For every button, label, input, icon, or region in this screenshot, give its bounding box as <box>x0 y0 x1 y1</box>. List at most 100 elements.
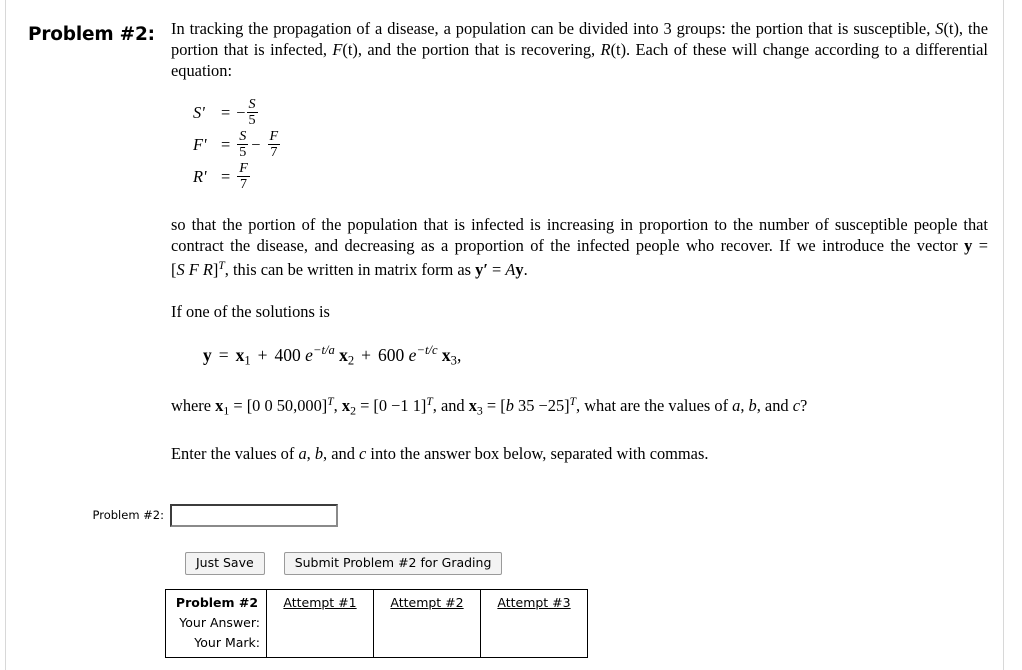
vec-entry-R: R <box>202 259 213 279</box>
solution-equation: y = x1 +400 e−t/a x2 +600 e−t/c x3, <box>203 340 988 371</box>
explanation-text-1: so that the portion of the population th… <box>171 215 988 255</box>
sol-e-1: e <box>305 344 313 365</box>
where-sep1: , <box>333 396 342 416</box>
problem-intro-paragraph: In tracking the propagation of a disease… <box>171 18 988 81</box>
unknown-b: b <box>505 396 514 416</box>
attempts-label-your-mark: Your Mark: <box>194 635 260 650</box>
attempt-column-3: Attempt #3 <box>480 589 588 658</box>
where-eq1: = [0 0 50,000] <box>229 396 328 416</box>
just-save-button[interactable]: Just Save <box>185 552 265 575</box>
problem-container: Problem #2: In tracking the propagation … <box>28 18 988 464</box>
instruction-var-a: a <box>298 443 307 463</box>
where-text: where <box>171 396 216 416</box>
attempt-2-header: Attempt #2 <box>390 595 464 610</box>
matrix-A: A <box>505 259 516 279</box>
ode-equals-3: = <box>221 167 231 186</box>
instruction-text-1: Enter the values of <box>171 443 299 463</box>
vector-y-2: y <box>515 259 524 279</box>
where-tail-4: ? <box>799 396 808 416</box>
where-tail-1: , what are the values of <box>576 396 733 416</box>
sol-exponent-2: −t/c <box>416 342 438 357</box>
ode-row-F: F' = S 5− F 7 <box>193 129 988 161</box>
attempt-3-header: Attempt #3 <box>497 595 571 610</box>
sol-exponent-1: −t/a <box>312 342 335 357</box>
sol-x2: x <box>339 344 348 365</box>
sol-equals: = <box>218 344 229 365</box>
var-F: F <box>332 40 343 59</box>
frac-den-5b: 5 <box>237 143 249 160</box>
attempts-label-your-answer: Your Answer: <box>179 615 260 630</box>
attempt-column-2: Attempt #2 <box>373 589 481 658</box>
frac-den-5: 5 <box>246 111 258 128</box>
problem-explanation-paragraph: so that the portion of the population th… <box>171 214 988 280</box>
page-right-rule <box>1003 0 1004 670</box>
frac-num-F: F <box>269 128 279 145</box>
explanation-text-5: = <box>487 259 506 279</box>
frac-den-7b: 7 <box>237 175 250 192</box>
ode-system: S' = − S 5 F' = S 5− F 7 R' = F 7 <box>193 97 988 193</box>
ode-minus-2: − <box>251 135 261 154</box>
frac-den-7: 7 <box>267 143 281 160</box>
sol-coef-1: 400 <box>274 344 301 365</box>
where-line: where x1 = [0 0 50,000]T, x2 = [0 −1 1]T… <box>171 392 988 421</box>
unknown-b-2: b <box>748 396 757 416</box>
problem-body: In tracking the propagation of a disease… <box>171 18 988 464</box>
ode-row-S: S' = − S 5 <box>193 97 988 129</box>
attempts-row-labels: Problem #2 Your Answer: Your Mark: <box>165 589 267 658</box>
explanation-period: . <box>523 259 528 279</box>
ode-row-R: R' = F 7 <box>193 161 988 193</box>
ode-lhs-F: F' <box>193 135 207 154</box>
problem-title: Problem #2: <box>28 24 155 45</box>
button-row: Just Save Submit Problem #2 for Grading <box>185 552 503 576</box>
where-eq2: = [0 −1 1] <box>355 396 427 416</box>
sol-plus-2: + <box>361 344 372 365</box>
page-left-rule <box>5 0 6 670</box>
ode-minus-1: − <box>236 103 246 122</box>
sol-x2-sub: 2 <box>347 353 355 368</box>
attempts-table: Problem #2 Your Answer: Your Mark: Attem… <box>165 589 588 658</box>
answer-input[interactable] <box>170 504 338 527</box>
instruction-text-4: into the answer box below, separated wit… <box>366 443 709 463</box>
answer-row: Problem #2: <box>90 504 510 528</box>
ode-lhs-S: S' <box>193 103 205 122</box>
instruction-text-2: , <box>306 443 315 463</box>
fraction-F-7b: F7 <box>237 161 250 191</box>
intro-text-3: (t), and the portion that is recovering, <box>342 40 601 59</box>
frac-num-S2: S <box>239 128 247 145</box>
sol-comma: , <box>456 344 462 365</box>
solution-lead-in: If one of the solutions is <box>171 301 330 321</box>
vector-y-prime: y′ <box>475 259 488 279</box>
frac-num-S: S <box>248 96 256 113</box>
where-tail-3: , and <box>756 396 793 416</box>
sol-x3: x <box>441 344 451 365</box>
instruction-line: Enter the values of a, b, and c into the… <box>171 443 988 464</box>
sol-x1-sub: 1 <box>244 353 251 368</box>
vec-entry-S: S <box>176 259 185 279</box>
where-tail-2: , <box>740 396 749 416</box>
attempt-1-header: Attempt #1 <box>283 595 357 610</box>
where-eq3: = [ <box>482 396 506 416</box>
explanation-text-4: , this can be written in matrix form as <box>224 259 476 279</box>
attempts-label-problem: Problem #2 <box>175 595 259 610</box>
intro-text-1: In tracking the propagation of a disease… <box>171 19 931 38</box>
answer-label: Problem #2: <box>92 508 165 522</box>
ode-lhs-R: R' <box>193 167 207 186</box>
fraction-S-5b: S5 <box>237 128 249 160</box>
frac-num-F2: F <box>239 160 248 177</box>
ode-equals-2: = <box>221 135 231 154</box>
vec-entry-F: F <box>188 259 199 279</box>
sol-coef-2: 600 <box>378 344 405 365</box>
sol-plus-1: + <box>257 344 268 365</box>
where-eq3b: 35 −25] <box>513 396 570 416</box>
table-row: Problem #2 Your Answer: Your Mark: Attem… <box>165 589 588 658</box>
submit-for-grading-button[interactable]: Submit Problem #2 for Grading <box>283 552 503 575</box>
instruction-text-3: , and <box>323 443 360 463</box>
unknown-c: c <box>792 396 800 416</box>
ode-equals-1: = <box>221 103 231 122</box>
fraction-F-7: F7 <box>267 128 281 160</box>
where-sep2: , and <box>432 396 469 416</box>
